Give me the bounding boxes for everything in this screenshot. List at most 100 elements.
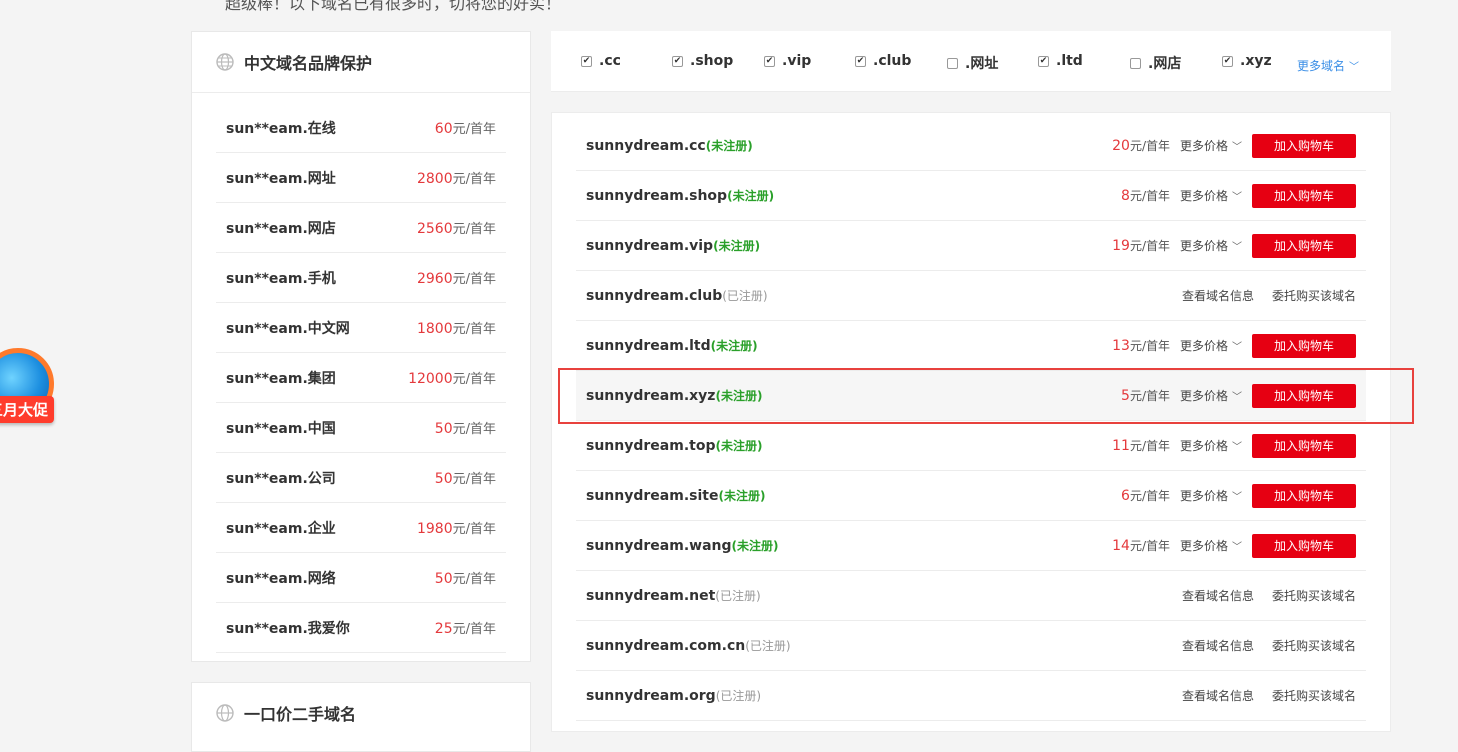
tld-filter-checkbox[interactable]: .网店 — [1130, 53, 1181, 73]
view-whois-link[interactable]: 查看域名信息 — [1182, 637, 1254, 654]
checkbox-unchecked-icon[interactable] — [947, 57, 958, 69]
price-value: 6 — [1121, 488, 1130, 504]
checkbox-checked-icon[interactable]: ✔ — [764, 55, 775, 67]
checkbox-checked-icon[interactable]: ✔ — [1038, 55, 1049, 67]
price-unit: 元/首年 — [1129, 539, 1170, 553]
price-group: 11元/首年 — [1112, 437, 1170, 454]
more-prices-dropdown[interactable]: 更多价格 ﹀ — [1180, 187, 1242, 204]
more-prices-dropdown[interactable]: 更多价格 ﹀ — [1180, 237, 1242, 254]
domain-result-row: sunnydream.club (已注册) 查看域名信息 委托购买该域名 — [576, 271, 1366, 321]
domain-result-row: sunnydream.org (已注册) 查看域名信息 委托购买该域名 — [576, 671, 1366, 721]
add-to-cart-button[interactable]: 加入购物车 — [1252, 133, 1356, 158]
price-group: 8元/首年 — [1121, 187, 1170, 204]
panel-header: 一口价二手域名 — [192, 683, 530, 743]
brand-domain-item[interactable]: sun**eam.网络 50元/首年 — [216, 553, 506, 603]
brand-domain-item[interactable]: sun**eam.企业 1980元/首年 — [216, 503, 506, 553]
chevron-down-icon: ﹀ — [1232, 342, 1242, 353]
row-actions: 14元/首年 更多价格 ﹀ 加入购物车 — [1112, 533, 1356, 558]
domain-name: sun**eam.我爱你 — [226, 620, 350, 637]
add-to-cart-button[interactable]: 加入购物车 — [1252, 333, 1356, 358]
price-group: 2800元/首年 — [417, 168, 496, 187]
domain-name: sunnydream.xyz — [586, 387, 716, 404]
tld-filter-checkbox[interactable]: ✔ .shop — [672, 53, 733, 69]
brand-domain-item[interactable]: sun**eam.中文网 1800元/首年 — [216, 303, 506, 353]
price-unit: 元/首年 — [1129, 339, 1170, 353]
tld-filter-checkbox[interactable]: ✔ .xyz — [1222, 53, 1272, 69]
price-value: 5 — [1121, 388, 1130, 404]
price-value: 2560 — [416, 221, 453, 237]
registration-status: (未注册) — [710, 339, 758, 353]
more-prices-dropdown[interactable]: 更多价格 ﹀ — [1180, 387, 1242, 404]
domain-result-row: sunnydream.ltd (未注册) 13元/首年 更多价格 ﹀ 加入购物车 — [576, 321, 1366, 371]
domain-name: sun**eam.公司 — [226, 470, 336, 487]
row-actions: 13元/首年 更多价格 ﹀ 加入购物车 — [1112, 333, 1356, 358]
checkbox-checked-icon[interactable]: ✔ — [1222, 55, 1233, 67]
panel-title: 中文域名品牌保护 — [244, 54, 373, 73]
add-to-cart-button[interactable]: 加入购物车 — [1252, 433, 1356, 458]
view-whois-link[interactable]: 查看域名信息 — [1182, 287, 1254, 304]
domain-name: sunnydream.vip — [586, 237, 714, 254]
brand-domain-item[interactable]: sun**eam.网店 2560元/首年 — [216, 203, 506, 253]
more-prices-dropdown[interactable]: 更多价格 ﹀ — [1180, 137, 1242, 154]
brand-domain-item[interactable]: sun**eam.网址 2800元/首年 — [216, 153, 506, 203]
brand-domain-item[interactable]: sun**eam.手机 2960元/首年 — [216, 253, 506, 303]
tld-filter-checkbox[interactable]: ✔ .vip — [764, 53, 811, 69]
view-whois-link[interactable]: 查看域名信息 — [1182, 587, 1254, 604]
price-value: 60 — [434, 121, 453, 137]
price-group: 50元/首年 — [435, 418, 496, 437]
tld-filter-bar: 更多域名 ﹀ ✔ .cc ✔ .shop ✔ .vip ✔ .club .网址 ✔ .ltd .网店 ✔… — [551, 31, 1391, 92]
more-prices-dropdown[interactable]: 更多价格 ﹀ — [1180, 437, 1242, 454]
tld-filter-checkbox[interactable]: ✔ .cc — [581, 53, 621, 69]
brand-domain-item[interactable]: sun**eam.公司 50元/首年 — [216, 453, 506, 503]
promo-badge[interactable]: 三月大促 — [0, 348, 62, 438]
more-prices-dropdown[interactable]: 更多价格 ﹀ — [1180, 487, 1242, 504]
price-value: 8 — [1121, 188, 1130, 204]
add-to-cart-button[interactable]: 加入购物车 — [1252, 533, 1356, 558]
brand-domain-item[interactable]: sun**eam.我爱你 25元/首年 — [216, 603, 506, 653]
row-actions: 6元/首年 更多价格 ﹀ 加入购物车 — [1121, 483, 1356, 508]
broker-purchase-link[interactable]: 委托购买该域名 — [1272, 287, 1356, 304]
add-to-cart-button[interactable]: 加入购物车 — [1252, 233, 1356, 258]
domain-name: sunnydream.top — [586, 437, 716, 454]
fixed-price-domain-panel: 一口价二手域名 — [191, 682, 531, 752]
price-value: 50 — [434, 471, 453, 487]
broker-purchase-link[interactable]: 委托购买该域名 — [1272, 637, 1356, 654]
checkbox-checked-icon[interactable]: ✔ — [855, 55, 866, 67]
chevron-down-icon: ﹀ — [1232, 392, 1242, 403]
price-group: 50元/首年 — [435, 568, 496, 587]
view-whois-link[interactable]: 查看域名信息 — [1182, 687, 1254, 704]
add-to-cart-button[interactable]: 加入购物车 — [1252, 383, 1356, 408]
brand-domain-item[interactable]: sun**eam.中国 50元/首年 — [216, 403, 506, 453]
price-value: 20 — [1112, 138, 1130, 154]
checkbox-checked-icon[interactable]: ✔ — [581, 55, 592, 67]
tld-label: .club — [873, 53, 912, 69]
chevron-down-icon: ﹀ — [1232, 192, 1242, 203]
more-prices-label: 更多价格 — [1179, 189, 1228, 203]
tld-filter-checkbox[interactable]: .网址 — [947, 53, 998, 73]
add-to-cart-button[interactable]: 加入购物车 — [1252, 183, 1356, 208]
more-prices-label: 更多价格 — [1179, 539, 1228, 553]
panel-title: 一口价二手域名 — [244, 705, 357, 724]
broker-purchase-link[interactable]: 委托购买该域名 — [1272, 587, 1356, 604]
chevron-down-icon: ﹀ — [1232, 242, 1242, 253]
brand-domain-item[interactable]: sun**eam.在线 60元/首年 — [216, 103, 506, 153]
tld-filter-checkbox[interactable]: ✔ .ltd — [1038, 53, 1083, 69]
more-prices-dropdown[interactable]: 更多价格 ﹀ — [1180, 337, 1242, 354]
registration-status: (未注册) — [715, 439, 763, 453]
price-unit: 元/首年 — [452, 222, 496, 237]
brand-domain-item[interactable]: sun**eam.集团 12000元/首年 — [216, 353, 506, 403]
price-value: 19 — [1112, 238, 1130, 254]
checkbox-unchecked-icon[interactable] — [1130, 57, 1141, 69]
tld-filter-checkbox[interactable]: ✔ .club — [855, 53, 911, 69]
price-group: 13元/首年 — [1112, 337, 1170, 354]
tld-label: .cc — [599, 53, 621, 69]
more-domains-link[interactable]: 更多域名 ﹀ — [1297, 57, 1359, 74]
registration-status: (已注册) — [745, 639, 791, 653]
broker-purchase-link[interactable]: 委托购买该域名 — [1272, 687, 1356, 704]
checkbox-checked-icon[interactable]: ✔ — [672, 55, 683, 67]
price-unit: 元/首年 — [452, 422, 496, 437]
price-value: 11 — [1112, 438, 1130, 454]
add-to-cart-button[interactable]: 加入购物车 — [1252, 483, 1356, 508]
domain-result-row: sunnydream.cc (未注册) 20元/首年 更多价格 ﹀ 加入购物车 — [576, 121, 1366, 171]
more-prices-dropdown[interactable]: 更多价格 ﹀ — [1180, 537, 1242, 554]
